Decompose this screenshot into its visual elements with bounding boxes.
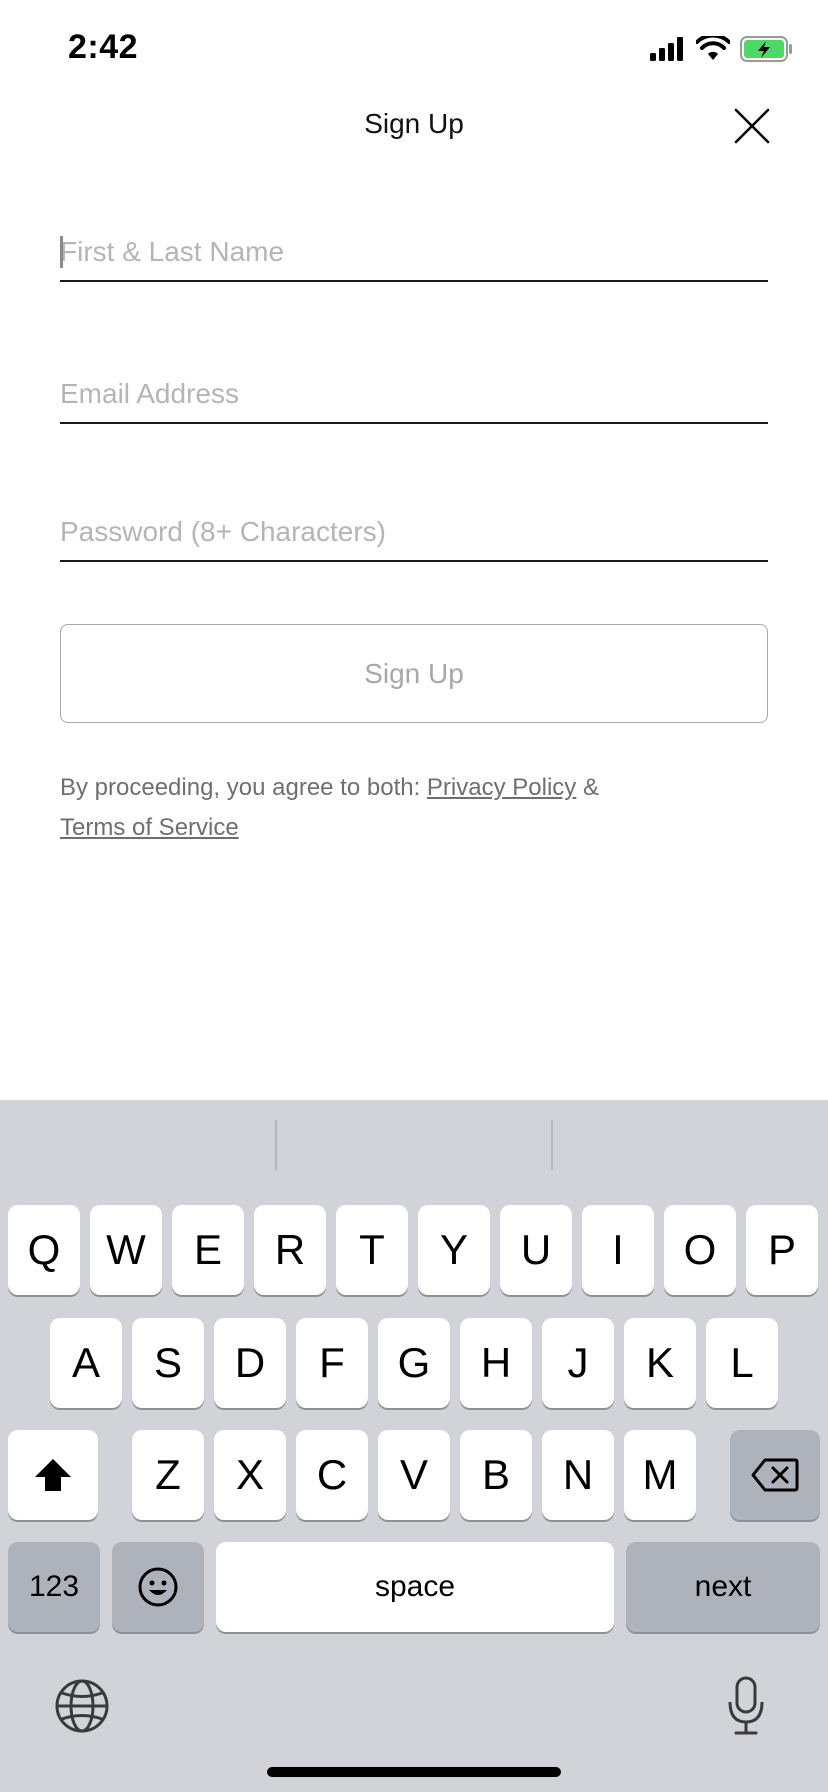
microphone-button[interactable] [726,1676,766,1736]
header: Sign Up [0,100,828,170]
status-icons [650,36,794,62]
backspace-key[interactable] [730,1430,820,1520]
key-a[interactable]: A [50,1318,122,1408]
key-p[interactable]: P [746,1205,818,1295]
key-y[interactable]: Y [418,1205,490,1295]
privacy-policy-link[interactable]: Privacy Policy [427,774,576,801]
name-field-container [60,224,768,282]
key-d[interactable]: D [214,1318,286,1408]
battery-charging-icon [740,36,794,62]
key-n[interactable]: N [542,1430,614,1520]
legal-text: By proceeding, you agree to both: Privac… [60,768,768,848]
next-key[interactable]: next [626,1542,820,1632]
page-title: Sign Up [364,108,464,139]
name-field[interactable] [60,224,768,280]
key-m[interactable]: M [624,1430,696,1520]
key-g[interactable]: G [378,1318,450,1408]
space-key[interactable]: space [216,1542,614,1632]
legal-prefix: By proceeding, you agree to both: [60,774,427,801]
email-field[interactable] [60,366,768,422]
key-v[interactable]: V [378,1430,450,1520]
key-x[interactable]: X [214,1430,286,1520]
emoji-key[interactable] [112,1542,204,1632]
key-s[interactable]: S [132,1318,204,1408]
globe-button[interactable] [54,1678,110,1734]
terms-of-service-link[interactable]: Terms of Service [60,814,239,841]
home-indicator[interactable] [267,1767,561,1777]
key-l[interactable]: L [706,1318,778,1408]
sign-up-button-label: Sign Up [364,657,464,689]
key-e[interactable]: E [172,1205,244,1295]
sign-up-button[interactable]: Sign Up [60,624,768,723]
wifi-icon [696,36,730,62]
key-j[interactable]: J [542,1318,614,1408]
email-field-container [60,366,768,424]
shift-key[interactable] [8,1430,98,1520]
key-q[interactable]: Q [8,1205,80,1295]
password-field-container [60,504,768,562]
key-o[interactable]: O [664,1205,736,1295]
legal-joiner: & [576,774,599,801]
key-w[interactable]: W [90,1205,162,1295]
suggestion-divider [275,1120,277,1170]
emoji-icon [138,1567,178,1607]
key-k[interactable]: K [624,1318,696,1408]
numbers-key[interactable]: 123 [8,1542,100,1632]
password-field[interactable] [60,504,768,560]
key-t[interactable]: T [336,1205,408,1295]
cellular-signal-icon [650,37,686,61]
keyboard: Q W E R T Y U I O P A S D F G H J K L Z … [0,1100,828,1792]
shift-icon [35,1459,71,1491]
key-i[interactable]: I [582,1205,654,1295]
key-b[interactable]: B [460,1430,532,1520]
status-time: 2:42 [68,28,139,66]
key-z[interactable]: Z [132,1430,204,1520]
close-button[interactable] [732,106,772,146]
suggestion-bar [0,1100,828,1192]
close-icon [734,108,770,144]
key-f[interactable]: F [296,1318,368,1408]
text-caret [60,236,63,268]
key-c[interactable]: C [296,1430,368,1520]
status-bar: 2:42 [0,0,828,100]
backspace-icon [751,1458,799,1492]
key-h[interactable]: H [460,1318,532,1408]
key-u[interactable]: U [500,1205,572,1295]
suggestion-divider [551,1120,553,1170]
globe-icon [55,1679,109,1733]
key-r[interactable]: R [254,1205,326,1295]
microphone-icon [728,1676,764,1735]
